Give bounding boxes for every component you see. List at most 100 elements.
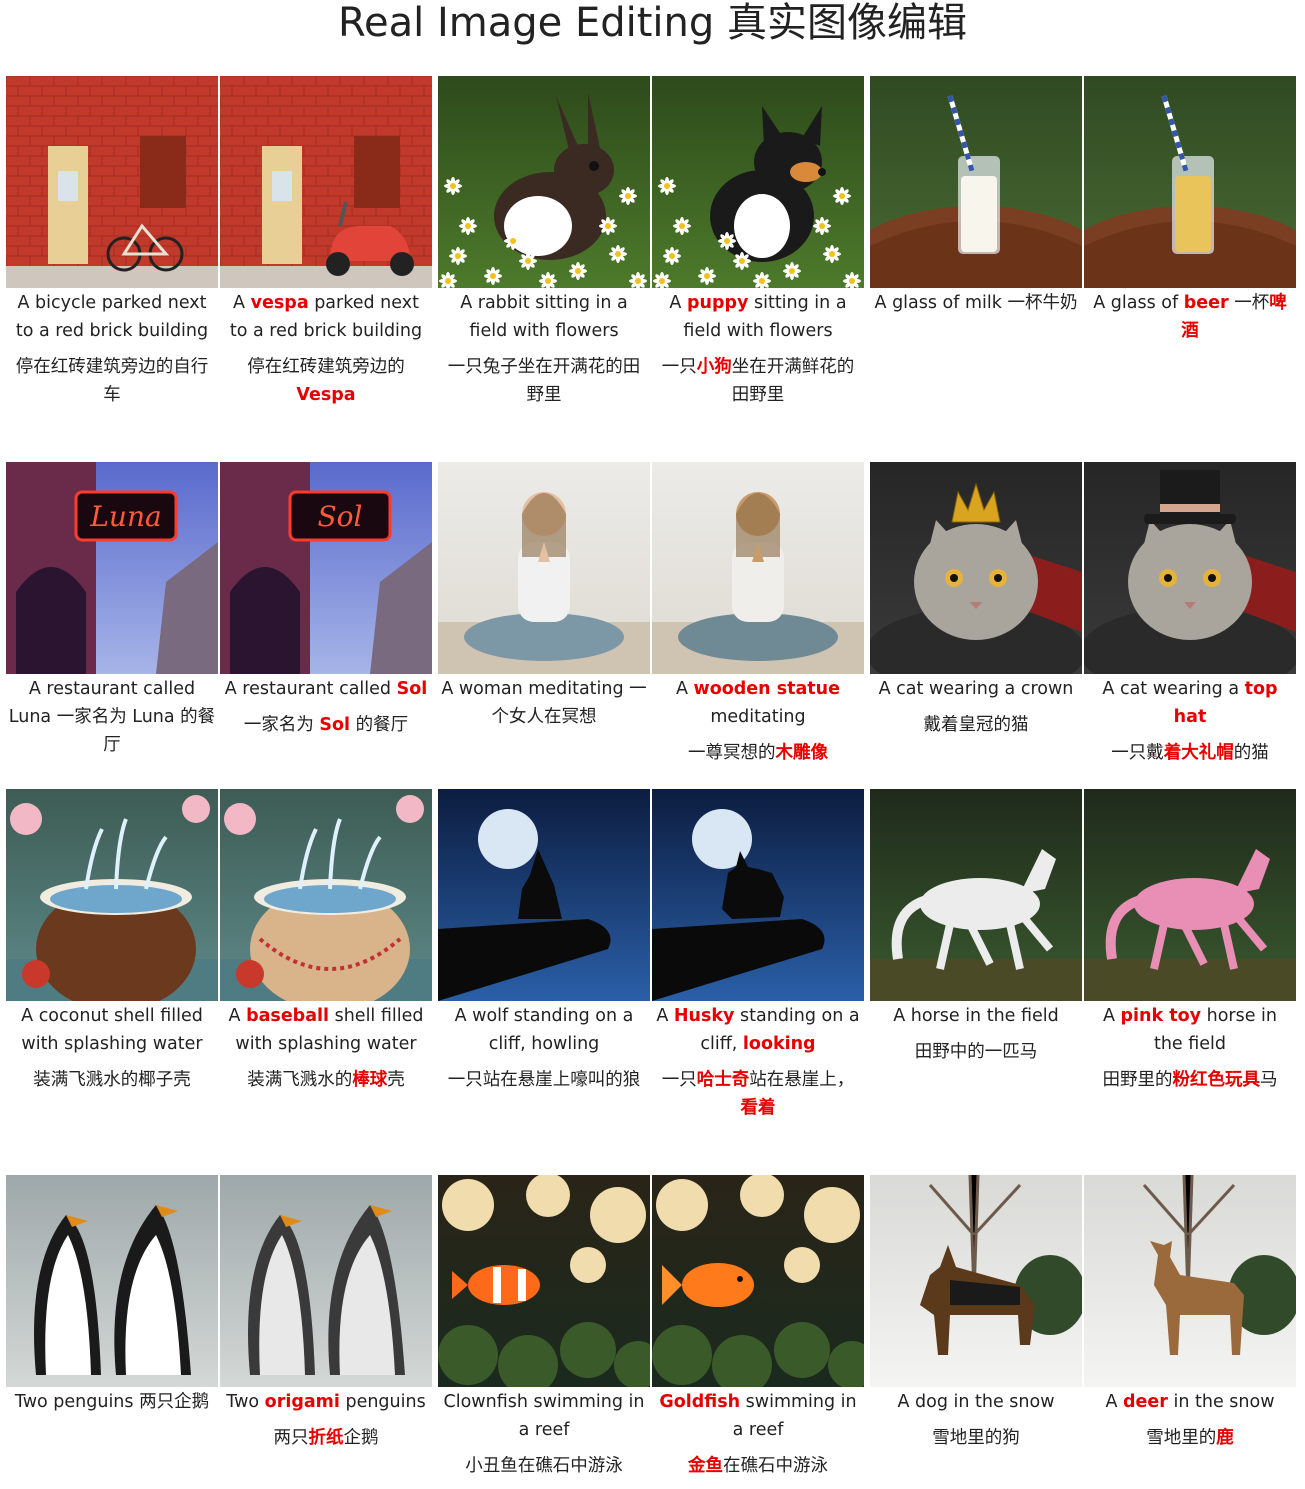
highlighted-edit-text: 棒球	[352, 1070, 388, 1090]
glass-of-beer-image	[1084, 76, 1296, 288]
puppy-in-daisy-field-image	[652, 76, 864, 288]
clownfish-reef-image	[438, 1175, 650, 1387]
caption-chinese: 停在红砖建筑旁边的 Vespa	[222, 353, 430, 409]
highlighted-edit-text: looking	[742, 1034, 816, 1054]
caption-text: swimming in a reef	[732, 1392, 857, 1440]
image-caption: Two penguins 两只企鹅	[6, 1388, 218, 1416]
pink-toy-horse-image	[1084, 789, 1296, 1001]
caption-text: Two penguins 两只企鹅	[14, 1392, 210, 1412]
caption-text: A glass of milk 一杯牛奶	[874, 293, 1078, 313]
highlighted-edit-text: baseball	[246, 1006, 330, 1026]
caption-english: A glass of beer 一杯啤酒	[1086, 289, 1294, 345]
caption-text: 两只	[273, 1428, 309, 1448]
caption-chinese: 一尊冥想的木雕像	[654, 739, 862, 767]
grid-cell: A glass of milk 一杯牛奶	[870, 76, 1082, 317]
caption-chinese: 停在红砖建筑旁边的自行车	[8, 353, 216, 409]
image-caption: A woman meditating 一个女人在冥想	[438, 675, 650, 731]
image-caption: A glass of milk 一杯牛奶	[870, 289, 1082, 317]
svg-text:Luna: Luna	[89, 500, 161, 533]
caption-text: A restaurant called	[224, 679, 397, 699]
grid-cell: A dog in the snow 雪地里的狗	[870, 1175, 1082, 1452]
highlighted-edit-text: beer	[1183, 293, 1229, 313]
grid-cell: Two penguins 两只企鹅	[6, 1175, 218, 1416]
image-caption: A Husky standing on a cliff, looking 一只哈士…	[652, 1002, 864, 1122]
caption-english: A deer in the snow	[1086, 1388, 1294, 1416]
caption-text: 一尊冥想的	[688, 743, 776, 763]
highlighted-edit-text: puppy	[686, 293, 749, 313]
caption-chinese: 一只兔子坐在开满花的田野里	[440, 353, 648, 409]
caption-chinese: 装满飞溅水的椰子壳	[8, 1066, 216, 1094]
deer-in-snow-image	[1084, 1175, 1296, 1387]
cat-with-top-hat-image	[1084, 462, 1296, 674]
two-penguins-image	[6, 1175, 218, 1387]
caption-chinese: 两只折纸企鹅	[222, 1424, 430, 1452]
caption-text: 壳	[387, 1070, 405, 1090]
highlighted-edit-text: Goldfish	[659, 1392, 741, 1412]
highlighted-edit-text: 金鱼	[688, 1456, 723, 1476]
caption-text: A glass of	[1093, 293, 1184, 313]
caption-chinese: 一只戴着大礼帽的猫	[1086, 739, 1294, 767]
caption-text: 停在红砖建筑旁边的	[247, 357, 405, 377]
caption-english: A glass of milk 一杯牛奶	[872, 289, 1080, 317]
caption-chinese: 金鱼在礁石中游泳	[654, 1452, 862, 1480]
page-title: Real Image Editing 真实图像编辑	[338, 0, 967, 46]
neon-sign-sol-image: Sol	[220, 462, 432, 674]
image-caption: A baseball shell filled with splashing w…	[220, 1002, 432, 1094]
grid-cell: A cat wearing a top hat 一只戴着大礼帽的猫	[1084, 462, 1296, 767]
grid-cell: A cat wearing a crown 戴着皇冠的猫	[870, 462, 1082, 739]
highlighted-edit-text: wooden statue	[693, 679, 840, 699]
caption-text: Clownfish swimming in a reef	[443, 1392, 645, 1440]
caption-chinese: 戴着皇冠的猫	[872, 711, 1080, 739]
dog-in-snow-image	[870, 1175, 1082, 1387]
highlighted-edit-text: deer	[1123, 1392, 1168, 1412]
caption-text: 的餐厅	[350, 715, 409, 735]
caption-text: A rabbit sitting in a field with flowers	[460, 293, 628, 341]
caption-english: A woman meditating 一个女人在冥想	[440, 675, 648, 731]
caption-english: A dog in the snow	[872, 1388, 1080, 1416]
image-caption: Two origami penguins 两只折纸企鹅	[220, 1388, 432, 1452]
husky-on-cliff-image	[652, 789, 864, 1001]
coconut-splash-image	[6, 789, 218, 1001]
caption-text: 装满飞溅水的	[247, 1070, 353, 1090]
caption-text: penguins	[339, 1392, 426, 1412]
caption-text: A restaurant called Luna 一家名为 Luna 的餐厅	[8, 679, 216, 755]
highlighted-edit-text: 木雕像	[775, 743, 829, 763]
caption-english: A bicycle parked next to a red brick bui…	[8, 289, 216, 345]
vespa-red-brick-wall-image	[220, 76, 432, 288]
cat-with-crown-image	[870, 462, 1082, 674]
caption-english: Two origami penguins	[222, 1388, 430, 1416]
caption-text: 雪地里的	[1146, 1428, 1217, 1448]
highlighted-edit-text: Sol	[396, 679, 428, 699]
caption-english: A vespa parked next to a red brick build…	[222, 289, 430, 345]
wooden-statue-meditating-image	[652, 462, 864, 674]
grid-cell: A horse in the field 田野中的一匹马	[870, 789, 1082, 1066]
highlighted-edit-text: 鹿	[1216, 1428, 1234, 1448]
caption-text: in the snow	[1167, 1392, 1275, 1412]
image-caption: A glass of beer 一杯啤酒	[1084, 289, 1296, 345]
caption-text: Two	[226, 1392, 265, 1412]
caption-text: A	[1105, 1392, 1124, 1412]
caption-text: 戴着皇冠的猫	[923, 715, 1029, 735]
grid-cell: Luna A restaurant called Luna 一家名为 Luna 的…	[6, 462, 218, 759]
image-caption: A rabbit sitting in a field with flowers…	[438, 289, 650, 409]
image-caption: A wooden statue meditating 一尊冥想的木雕像	[652, 675, 864, 767]
caption-chinese: 一只小狗坐在开满鲜花的田野里	[654, 353, 862, 409]
glass-of-milk-image	[870, 76, 1082, 288]
caption-text: 企鹅	[343, 1428, 379, 1448]
highlighted-edit-text: Sol	[319, 715, 351, 735]
two-origami-penguins-image	[220, 1175, 432, 1387]
caption-text: A	[656, 1006, 674, 1026]
caption-text: 一只兔子坐在开满花的田野里	[447, 357, 641, 405]
image-caption: A dog in the snow 雪地里的狗	[870, 1388, 1082, 1452]
baseball-splash-image	[220, 789, 432, 1001]
svg-text:Sol: Sol	[318, 500, 363, 533]
grid-cell: A wolf standing on a cliff, howling 一只站在悬…	[438, 789, 650, 1094]
caption-text: 坐在开满鲜花的田野里	[731, 357, 855, 405]
caption-text: A wolf standing on a cliff, howling	[454, 1006, 634, 1054]
grid-cell: A puppy sitting in a field with flowers 一…	[652, 76, 864, 409]
image-caption: A deer in the snow 雪地里的鹿	[1084, 1388, 1296, 1452]
grid-cell: Goldfish swimming in a reef 金鱼在礁石中游泳	[652, 1175, 864, 1480]
caption-text: 在礁石中游泳	[723, 1456, 828, 1476]
highlighted-edit-text: 哈士奇	[696, 1070, 750, 1090]
grid-cell: A woman meditating 一个女人在冥想	[438, 462, 650, 731]
